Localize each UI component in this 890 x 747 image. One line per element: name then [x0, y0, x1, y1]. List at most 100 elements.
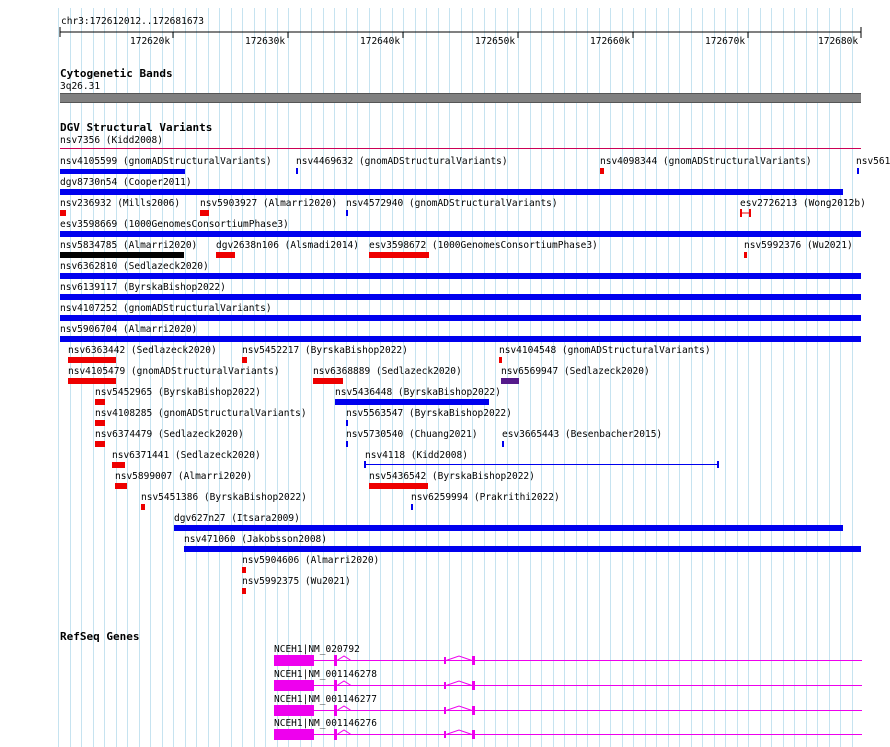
dgv-feature-bar[interactable]: [346, 210, 348, 216]
dgv-feature-bar[interactable]: [242, 567, 246, 573]
dgv-feature-label: nsv6259994 (Prakrithi2022): [411, 492, 560, 503]
dgv-feature-bar[interactable]: [744, 252, 747, 258]
dgv-feature-label: nsv4105479 (gnomADStructuralVariants): [68, 366, 280, 377]
dgv-feature-label: nsv4469632 (gnomADStructuralVariants): [296, 156, 508, 167]
dgv-feature-bar[interactable]: [60, 336, 861, 342]
dgv-feature-label: dgv627n27 (Itsara2009): [174, 513, 300, 524]
dgv-feature-bar[interactable]: [296, 168, 298, 174]
dgv-feature-label: nsv471060 (Jakobsson2008): [184, 534, 327, 545]
dgv-feature-bar[interactable]: [60, 252, 184, 258]
dgv-feature-label: dgv2638n106 (Alsmadi2014): [216, 240, 359, 251]
dgv-feature-bar[interactable]: [346, 441, 348, 447]
dgv-feature-bar[interactable]: [502, 441, 504, 447]
dgv-feature-bar[interactable]: [115, 483, 127, 489]
dgv-feature-label: nsv6368889 (Sedlazeck2020): [313, 366, 462, 377]
dgv-feature-label: nsv5436542 (ByrskaBishop2022): [369, 471, 535, 482]
dgv-feature-label: nsv561: [856, 156, 890, 167]
ruler-tick-label: 172660k: [590, 36, 631, 47]
dgv-feature-label: esv3598669 (1000GenomesConsortiumPhase3): [60, 219, 289, 230]
dgv-feature-label: nsv5730540 (Chuang2021): [346, 429, 478, 440]
dgv-feature-bar[interactable]: [335, 399, 489, 405]
dgv-feature-label: nsv7356 (Kidd2008): [60, 135, 163, 146]
dgv-feature-label: nsv4108285 (gnomADStructuralVariants): [95, 408, 307, 419]
dgv-feature-label: nsv4107252 (gnomADStructuralVariants): [60, 303, 272, 314]
dgv-feature-bar[interactable]: [369, 483, 428, 489]
dgv-feature-label: nsv5904606 (Almarri2020): [242, 555, 380, 566]
dgv-feature-label: nsv6374479 (Sedlazeck2020): [95, 429, 244, 440]
dgv-feature-label: dgv8730n54 (Cooper2011): [60, 177, 192, 188]
dgv-feature-bar[interactable]: [369, 252, 429, 258]
dgv-feature-bar[interactable]: [740, 209, 752, 217]
track-title-refseq: RefSeq Genes: [60, 630, 140, 643]
dgv-feature-bar[interactable]: [60, 189, 843, 195]
dgv-feature-label: nsv4098344 (gnomADStructuralVariants): [600, 156, 812, 167]
dgv-feature-label: nsv6362810 (Sedlazeck2020): [60, 261, 209, 272]
ruler-tick-label: 172630k: [245, 36, 286, 47]
dgv-feature-bar[interactable]: [184, 546, 861, 552]
genome-browser-view: chr3:172612012..172681673 172620k 172630…: [0, 0, 890, 747]
dgv-feature-bar[interactable]: [200, 210, 209, 216]
dgv-feature-label: nsv4572940 (gnomADStructuralVariants): [346, 198, 558, 209]
cytoband-label: 3q26.31: [60, 81, 101, 92]
dgv-feature-label: esv2726213 (Wong2012b): [740, 198, 866, 209]
dgv-feature-bar[interactable]: [60, 231, 861, 237]
dgv-feature-label: nsv5452965 (ByrskaBishop2022): [95, 387, 261, 398]
dgv-feature-label: nsv5899007 (Almarri2020): [115, 471, 253, 482]
dgv-feature-bar[interactable]: [112, 462, 125, 468]
track-title-dgv: DGV Structural Variants: [60, 121, 213, 134]
dgv-feature-label: esv3598672 (1000GenomesConsortiumPhase3): [369, 240, 598, 251]
dgv-feature-bar[interactable]: [60, 315, 861, 321]
dgv-feature-bar[interactable]: [501, 378, 519, 384]
dgv-feature-bar[interactable]: [68, 357, 116, 363]
dgv-feature-label: nsv5992375 (Wu2021): [242, 576, 351, 587]
dgv-feature-label: esv3665443 (Besenbacher2015): [502, 429, 663, 440]
dgv-feature-bar[interactable]: [600, 168, 604, 174]
ruler-tick-label: 172640k: [360, 36, 401, 47]
dgv-feature-label: nsv5452217 (ByrskaBishop2022): [242, 345, 408, 356]
ruler-tick-label: 172680k: [818, 36, 859, 47]
dgv-feature-label: nsv6363442 (Sedlazeck2020): [68, 345, 217, 356]
dgv-feature-bar[interactable]: [364, 460, 720, 469]
ruler-tick-label: 172670k: [705, 36, 746, 47]
dgv-feature-label: nsv5436448 (ByrskaBishop2022): [335, 387, 501, 398]
ruler-tick-label: 172650k: [475, 36, 516, 47]
dgv-feature-label: nsv6569947 (Sedlazeck2020): [501, 366, 650, 377]
dgv-feature-label: nsv236932 (Mills2006): [60, 198, 181, 209]
dgv-feature-bar[interactable]: [242, 588, 246, 594]
track-title-cytoband: Cytogenetic Bands: [60, 67, 173, 80]
transcript-model[interactable]: [274, 704, 864, 717]
transcript-model[interactable]: [274, 679, 864, 692]
ruler-tick-label: 172620k: [130, 36, 171, 47]
dgv-feature-label: nsv4104548 (gnomADStructuralVariants): [499, 345, 711, 356]
cytoband-bar[interactable]: [60, 93, 861, 103]
dgv-feature-bar[interactable]: [95, 420, 105, 426]
dgv-feature-bar[interactable]: [60, 210, 66, 216]
dgv-feature-line[interactable]: [60, 148, 861, 149]
dgv-feature-bar[interactable]: [346, 420, 348, 426]
dgv-feature-label: nsv4105599 (gnomADStructuralVariants): [60, 156, 272, 167]
dgv-feature-bar[interactable]: [95, 399, 105, 405]
dgv-feature-label: nsv6371441 (Sedlazeck2020): [112, 450, 261, 461]
dgv-feature-bar[interactable]: [60, 294, 861, 300]
dgv-feature-bar[interactable]: [499, 357, 502, 363]
dgv-feature-bar[interactable]: [141, 504, 145, 510]
dgv-feature-bar[interactable]: [313, 378, 343, 384]
dgv-feature-label: nsv6139117 (ByrskaBishop2022): [60, 282, 226, 293]
dgv-feature-bar[interactable]: [60, 169, 185, 174]
transcript-model[interactable]: [274, 728, 864, 741]
dgv-feature-label: nsv5992376 (Wu2021): [744, 240, 853, 251]
dgv-feature-label: nsv5903927 (Almarri2020): [200, 198, 338, 209]
dgv-feature-bar[interactable]: [411, 504, 413, 510]
dgv-feature-bar[interactable]: [68, 378, 116, 384]
dgv-feature-label: nsv5563547 (ByrskaBishop2022): [346, 408, 512, 419]
dgv-feature-bar[interactable]: [174, 525, 843, 531]
dgv-feature-label: nsv5834785 (Almarri2020): [60, 240, 198, 251]
dgv-feature-label: nsv5906704 (Almarri2020): [60, 324, 198, 335]
dgv-feature-bar[interactable]: [95, 441, 105, 447]
dgv-feature-label: nsv5451386 (ByrskaBishop2022): [141, 492, 307, 503]
dgv-feature-bar[interactable]: [216, 252, 235, 258]
dgv-feature-bar[interactable]: [60, 273, 861, 279]
dgv-feature-bar[interactable]: [242, 357, 247, 363]
dgv-feature-bar[interactable]: [857, 168, 859, 174]
transcript-model[interactable]: [274, 654, 864, 667]
